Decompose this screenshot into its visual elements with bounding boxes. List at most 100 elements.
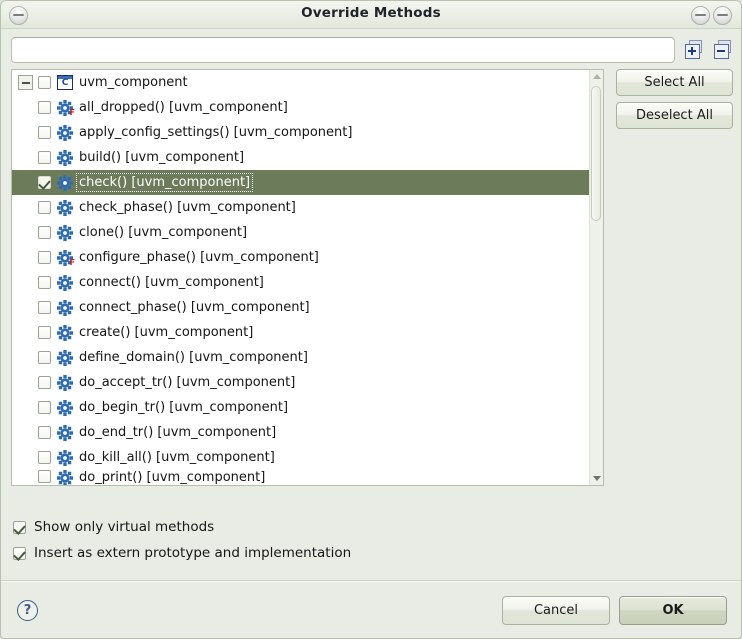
- method-gear-icon: [57, 299, 73, 316]
- tree-row-checkbox[interactable]: [38, 426, 51, 439]
- tree-row-label: build() [uvm_component]: [79, 150, 245, 165]
- tree-row[interactable]: Cuvm_component: [12, 70, 590, 95]
- tree-row[interactable]: create() [uvm_component]: [12, 320, 590, 345]
- select-all-button[interactable]: Select All: [615, 69, 733, 96]
- method-gear-icon: F: [57, 99, 75, 117]
- scrollbar-thumb[interactable]: [591, 86, 602, 221]
- option-label: Insert as extern prototype and implement…: [34, 545, 352, 561]
- tree-row-checkbox[interactable]: [38, 301, 51, 314]
- main-area: Cuvm_component Fall_dropped() [uvm_compon…: [1, 69, 741, 501]
- tree-row-label: all_dropped() [uvm_component]: [79, 100, 288, 115]
- method-gear-icon: [57, 349, 73, 366]
- options-group: Show only virtual methods Insert as exter…: [1, 501, 741, 566]
- deselect-all-button[interactable]: Deselect All: [615, 102, 733, 129]
- tree-row-label: connect_phase() [uvm_component]: [79, 300, 310, 315]
- scroll-up-icon[interactable]: [590, 70, 603, 83]
- tree-row[interactable]: Fall_dropped() [uvm_component]: [12, 95, 590, 120]
- filter-row: [1, 29, 741, 69]
- method-gear-icon: [57, 399, 73, 416]
- method-gear-icon: [57, 324, 73, 341]
- tree-row-checkbox[interactable]: [38, 151, 51, 164]
- tree-row-checkbox[interactable]: [38, 326, 51, 339]
- tree-row-selected[interactable]: check() [uvm_component]: [12, 170, 590, 195]
- tree-row-label: configure_phase() [uvm_component]: [79, 250, 319, 265]
- collapse-all-icon[interactable]: [713, 40, 733, 60]
- tree-row[interactable]: build() [uvm_component]: [12, 145, 590, 170]
- tree-row-label: do_end_tr() [uvm_component]: [79, 425, 277, 440]
- class-icon: C: [57, 75, 73, 90]
- collapse-toggle-icon[interactable]: [18, 75, 33, 90]
- tree-row[interactable]: do_print() [uvm_component]: [12, 470, 590, 485]
- method-gear-icon: [57, 470, 73, 485]
- tree-row-checkbox[interactable]: [38, 470, 51, 483]
- tree-row-label: check() [uvm_component]: [76, 173, 254, 192]
- tree-row[interactable]: clone() [uvm_component]: [12, 220, 590, 245]
- override-methods-dialog: Override Methods Cuvm_component Fall_drop…: [0, 0, 742, 639]
- footer-buttons: Cancel OK: [502, 595, 727, 625]
- method-gear-icon: [57, 124, 73, 141]
- scroll-down-icon[interactable]: [590, 472, 603, 485]
- tree-row-checkbox[interactable]: [38, 251, 51, 264]
- tree-row[interactable]: connect() [uvm_component]: [12, 270, 590, 295]
- method-gear-icon: [57, 224, 73, 241]
- filter-input[interactable]: [11, 37, 675, 63]
- tree-row-label: check_phase() [uvm_component]: [79, 200, 296, 215]
- tree-row-label: do_kill_all() [uvm_component]: [79, 450, 275, 465]
- tree-row[interactable]: apply_config_settings() [uvm_component]: [12, 120, 590, 145]
- option-row[interactable]: Show only virtual methods: [13, 514, 741, 540]
- ok-button[interactable]: OK: [619, 595, 727, 625]
- tree-row[interactable]: do_kill_all() [uvm_component]: [12, 445, 590, 470]
- final-marker-icon: F: [69, 107, 75, 117]
- method-gear-icon: [57, 199, 73, 216]
- tree-row[interactable]: do_accept_tr() [uvm_component]: [12, 370, 590, 395]
- page-title: Override Methods: [301, 5, 441, 21]
- tree-row-label: connect() [uvm_component]: [79, 275, 264, 290]
- title-bar: Override Methods: [1, 1, 741, 29]
- maximize-icon[interactable]: [713, 6, 732, 25]
- tree-row-checkbox[interactable]: [38, 276, 51, 289]
- method-gear-icon: [57, 374, 73, 391]
- tree-row-checkbox[interactable]: [38, 176, 51, 189]
- tree-row-checkbox[interactable]: [38, 401, 51, 414]
- tree-row-label: do_accept_tr() [uvm_component]: [79, 375, 296, 390]
- option-label: Show only virtual methods: [34, 519, 215, 535]
- tree-row[interactable]: do_end_tr() [uvm_component]: [12, 420, 590, 445]
- cancel-button[interactable]: Cancel: [502, 595, 610, 625]
- tree-row-checkbox[interactable]: [38, 201, 51, 214]
- footer: ? Cancel OK: [1, 582, 741, 638]
- tree-row[interactable]: define_domain() [uvm_component]: [12, 345, 590, 370]
- method-gear-icon: [57, 274, 73, 291]
- method-gear-icon: [57, 424, 73, 441]
- help-icon[interactable]: ?: [17, 599, 38, 621]
- tree-row-checkbox[interactable]: [38, 376, 51, 389]
- methods-tree-list: Cuvm_component Fall_dropped() [uvm_compon…: [12, 70, 590, 485]
- tree-row-checkbox[interactable]: [38, 101, 51, 114]
- tree-row-label: do_print() [uvm_component]: [79, 470, 266, 485]
- tree-side-buttons: Select All Deselect All: [604, 69, 733, 501]
- method-gear-icon: [57, 149, 73, 166]
- tree-row-label: define_domain() [uvm_component]: [79, 350, 308, 365]
- tree-row-label: create() [uvm_component]: [79, 325, 254, 340]
- tree-row-checkbox[interactable]: [38, 126, 51, 139]
- method-gear-icon: [57, 449, 73, 466]
- option-row[interactable]: Insert as extern prototype and implement…: [13, 540, 741, 566]
- tree-row-label: apply_config_settings() [uvm_component]: [79, 125, 353, 140]
- minimize-icon[interactable]: [691, 6, 710, 25]
- tree-row[interactable]: check_phase() [uvm_component]: [12, 195, 590, 220]
- tree-row-checkbox[interactable]: [38, 451, 51, 464]
- tree-row[interactable]: do_begin_tr() [uvm_component]: [12, 395, 590, 420]
- tree-row-checkbox[interactable]: [38, 76, 51, 89]
- tree-row[interactable]: connect_phase() [uvm_component]: [12, 295, 590, 320]
- expand-all-icon[interactable]: [684, 40, 704, 60]
- final-marker-icon: F: [69, 257, 75, 267]
- tree-row[interactable]: Fconfigure_phase() [uvm_component]: [12, 245, 590, 270]
- tree-vertical-scrollbar[interactable]: [588, 70, 603, 485]
- insert-as-extern-checkbox[interactable]: [13, 546, 26, 560]
- tree-row-checkbox[interactable]: [38, 351, 51, 364]
- tree-row-label: do_begin_tr() [uvm_component]: [79, 400, 289, 415]
- methods-tree[interactable]: Cuvm_component Fall_dropped() [uvm_compon…: [11, 69, 604, 486]
- tree-row-label: clone() [uvm_component]: [79, 225, 248, 240]
- method-gear-icon: F: [57, 249, 75, 267]
- tree-row-checkbox[interactable]: [38, 226, 51, 239]
- show-only-virtual-methods-checkbox[interactable]: [13, 520, 26, 534]
